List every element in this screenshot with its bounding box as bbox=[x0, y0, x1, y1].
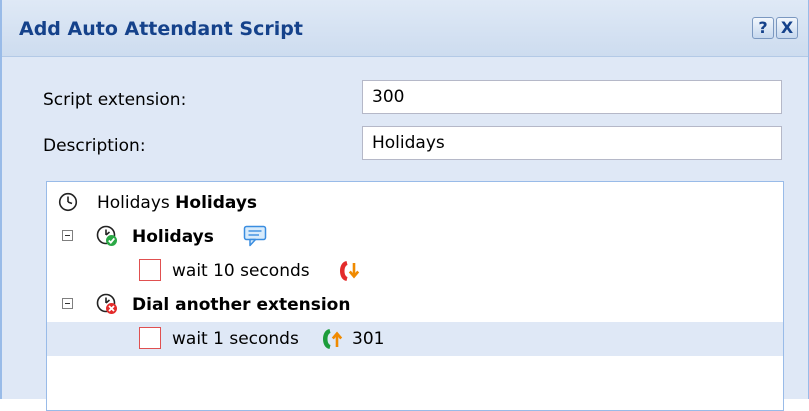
step-checkbox[interactable] bbox=[139, 259, 161, 281]
tree-node-dial-extension[interactable]: Dial another extension bbox=[47, 288, 783, 322]
script-extension-label: Script extension: bbox=[43, 90, 187, 110]
call-out-green-icon bbox=[323, 329, 343, 349]
tree-node-holidays[interactable]: Holidays bbox=[47, 220, 783, 254]
tree-node-wait-10[interactable]: wait 10 seconds bbox=[47, 254, 783, 288]
tree-root-node[interactable]: Holidays Holidays bbox=[47, 186, 783, 220]
target-extension-number: 301 bbox=[352, 329, 385, 349]
schedule-cancel-icon bbox=[96, 293, 117, 314]
clock-icon bbox=[58, 192, 78, 212]
tree-node-wait-10-label: wait 10 seconds bbox=[172, 261, 310, 281]
call-in-red-icon bbox=[340, 261, 360, 281]
add-auto-attendant-dialog: Add Auto Attendant Script ? X Script ext… bbox=[0, 0, 809, 411]
step-checkbox[interactable] bbox=[139, 327, 161, 349]
script-extension-input[interactable] bbox=[362, 80, 782, 114]
tree-root-label-bold: Holidays bbox=[175, 193, 258, 213]
tree-node-dial-extension-label: Dial another extension bbox=[132, 295, 351, 315]
tree-root-label-plain: Holidays bbox=[97, 193, 170, 213]
close-icon: X bbox=[780, 18, 794, 37]
schedule-check-icon bbox=[96, 225, 117, 246]
collapse-toggle[interactable] bbox=[62, 298, 73, 309]
description-input[interactable] bbox=[362, 126, 782, 160]
tree-node-wait-1[interactable]: wait 1 seconds 301 bbox=[47, 322, 783, 356]
tree-root-label: Holidays Holidays bbox=[97, 193, 257, 213]
dialog-title: Add Auto Attendant Script bbox=[19, 18, 303, 40]
tree-node-holidays-label: Holidays bbox=[132, 227, 214, 247]
script-tree[interactable]: Holidays Holidays Holidays wait 10 secon… bbox=[46, 181, 784, 411]
help-button[interactable]: ? bbox=[752, 17, 774, 39]
tree-node-wait-1-label: wait 1 seconds bbox=[172, 329, 299, 349]
speech-bubble-icon[interactable] bbox=[243, 225, 267, 247]
dialog-titlebar[interactable]: Add Auto Attendant Script ? X bbox=[2, 0, 808, 57]
close-button[interactable]: X bbox=[776, 17, 798, 39]
collapse-toggle[interactable] bbox=[62, 230, 73, 241]
description-label: Description: bbox=[43, 136, 146, 156]
help-icon: ? bbox=[758, 18, 768, 37]
